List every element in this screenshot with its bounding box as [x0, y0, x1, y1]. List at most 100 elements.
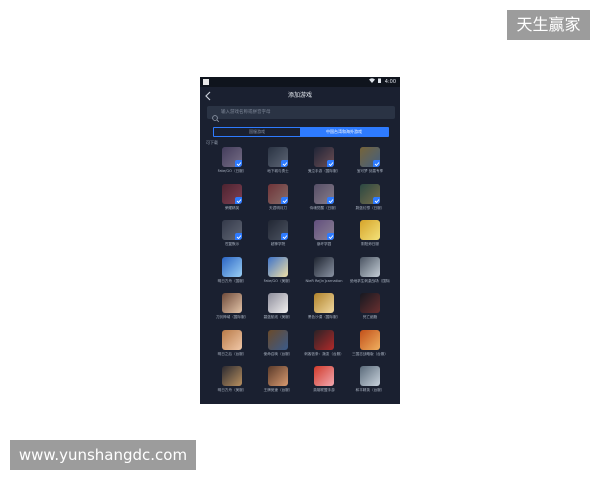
- tab-switcher: 国服游戏 中国台湾和海外游戏: [213, 127, 389, 137]
- game-name: 死亡细胞: [362, 315, 378, 319]
- game-name: 黑色沙漠（国际服）: [307, 315, 341, 319]
- game-name: 三国志战略版（台服）: [352, 351, 388, 356]
- game-item[interactable]: 蔚蓝幻想（日服）: [350, 183, 390, 218]
- game-item[interactable]: 刀剑神域（国际服）: [212, 293, 252, 327]
- game-item[interactable]: 天涯明月刀: [258, 183, 298, 218]
- game-name: 明日方舟（美服）: [217, 388, 247, 392]
- game-name: 蔚蓝幻想（日服）: [355, 205, 385, 210]
- game-item[interactable]: 明日方舟（美服）: [212, 366, 252, 400]
- game-name: 王牌竞速（台服）: [263, 388, 293, 392]
- status-bar-right: 4:00: [367, 78, 396, 86]
- game-item[interactable]: 碧蓝航线（美服）: [258, 293, 298, 327]
- game-icon: [268, 366, 288, 386]
- game-item[interactable]: 刺客信条：叛变（台服）: [304, 329, 344, 364]
- game-item[interactable]: 明日方舟（国服）: [212, 256, 252, 291]
- checkmark-icon: [281, 160, 288, 167]
- game-item[interactable]: 地下城与勇士: [258, 147, 298, 181]
- game-name: 刀剑神域（国际服）: [215, 315, 249, 319]
- game-name: 碧蓝航线（美服）: [263, 315, 293, 319]
- game-name: 绝地求生刺激战场（国际服）: [350, 278, 390, 283]
- watermark-top-right: 天生赢家: [507, 10, 590, 40]
- game-name: 苍翼默示: [224, 242, 240, 246]
- game-icon: [268, 183, 288, 204]
- tab-overseas-games[interactable]: 中国台湾和海外游戏: [300, 128, 388, 136]
- game-item[interactable]: 绝地求生刺激战场（国际服）: [350, 256, 390, 291]
- game-item[interactable]: 苍翼默示: [212, 220, 252, 254]
- game-icon: [222, 293, 242, 313]
- game-item[interactable]: 崩坏学园: [304, 220, 344, 254]
- game-item[interactable]: 英雄联盟手游: [304, 366, 344, 400]
- game-item[interactable]: 黑色沙漠（国际服）: [304, 293, 344, 327]
- game-icon: [268, 256, 288, 277]
- checkmark-icon: [281, 233, 288, 240]
- game-item[interactable]: 使命召唤（台服）: [258, 329, 298, 364]
- game-item[interactable]: 鬼泣手游（国际服）: [304, 147, 344, 181]
- checkmark-icon: [235, 160, 242, 167]
- game-item[interactable]: Fate/GO（美服）: [258, 256, 298, 291]
- game-name: 鬼泣手游（国际服）: [307, 169, 341, 173]
- game-icon: [222, 366, 242, 386]
- game-icon: [360, 256, 380, 277]
- game-icon: [268, 293, 288, 313]
- game-icon: [360, 220, 380, 240]
- game-icon: [314, 256, 334, 277]
- game-icon: [268, 329, 288, 350]
- game-name: 阴阳师日服: [361, 242, 379, 246]
- game-name: 荣耀精英: [224, 205, 240, 210]
- checkmark-icon: [327, 233, 334, 240]
- game-item[interactable]: 三国志战略版（台服）: [350, 329, 390, 364]
- game-name: Fate/GO（美服）: [263, 278, 293, 283]
- search-input[interactable]: 输入游戏名称或拼音字母: [207, 106, 395, 123]
- game-icon: [360, 329, 380, 350]
- watermark-bottom-left: www.yunshangdc.com: [10, 440, 196, 470]
- game-icon: [360, 183, 380, 204]
- game-name: 超神学院: [270, 242, 286, 246]
- game-icon: [222, 329, 242, 350]
- game-name: 天涯明月刀: [269, 205, 287, 210]
- game-item[interactable]: NieR Re[in]carnation: [304, 256, 344, 291]
- page-title: 添加游戏: [287, 92, 312, 99]
- wifi-icon: [368, 78, 375, 86]
- game-icon: [268, 147, 288, 167]
- game-name: NieR Re[in]carnation: [305, 278, 343, 283]
- game-item[interactable]: 荣耀精英: [212, 183, 252, 218]
- game-name: 刺客信条：叛变（台服）: [304, 351, 344, 356]
- tab-domestic-games[interactable]: 国服游戏: [214, 128, 300, 136]
- checkmark-icon: [235, 233, 242, 240]
- title-bar: 添加游戏: [200, 87, 400, 105]
- battery-icon: [378, 78, 382, 86]
- game-name: Fate/GO（日服）: [217, 169, 247, 173]
- game-item[interactable]: 和平精英（台服）: [350, 366, 390, 400]
- game-name: 崩坏学园: [316, 242, 332, 246]
- game-item[interactable]: Fate/GO（日服）: [212, 147, 252, 181]
- game-name: 侍魂觉醒（日服）: [309, 205, 339, 210]
- game-icon: [360, 366, 380, 386]
- notification-icon: [203, 79, 209, 85]
- search-placeholder: 输入游戏名称或拼音字母: [221, 110, 271, 115]
- game-item[interactable]: 侍魂觉醒（日服）: [304, 183, 344, 218]
- game-name: 使命召唤（台服）: [263, 351, 293, 356]
- game-item[interactable]: 超神学院: [258, 220, 298, 254]
- game-icon: [222, 220, 242, 240]
- game-name: 地下城与勇士: [267, 169, 289, 173]
- checkmark-icon: [235, 196, 242, 204]
- status-bar: 4:00: [200, 77, 400, 87]
- game-icon: [268, 220, 288, 240]
- game-icon: [360, 293, 380, 313]
- game-name: 明日方舟（国服）: [217, 278, 247, 283]
- game-icon: [314, 147, 334, 167]
- game-icon: [314, 293, 334, 313]
- game-icon: [314, 366, 334, 386]
- game-item[interactable]: 阴阳师日服: [350, 220, 390, 254]
- checkmark-icon: [327, 160, 334, 167]
- game-name: 宝可梦 剑盾专享: [356, 169, 384, 173]
- game-name: 明日之后（台服）: [217, 351, 247, 356]
- section-title: 可下载: [206, 140, 218, 145]
- game-item[interactable]: 王牌竞速（台服）: [258, 366, 298, 400]
- game-item[interactable]: 死亡细胞: [350, 293, 390, 327]
- checkmark-icon: [281, 196, 288, 204]
- checkmark-icon: [373, 160, 380, 167]
- game-item[interactable]: 宝可梦 剑盾专享: [350, 147, 390, 181]
- game-item[interactable]: 明日之后（台服）: [212, 329, 252, 364]
- game-icon: [222, 256, 242, 277]
